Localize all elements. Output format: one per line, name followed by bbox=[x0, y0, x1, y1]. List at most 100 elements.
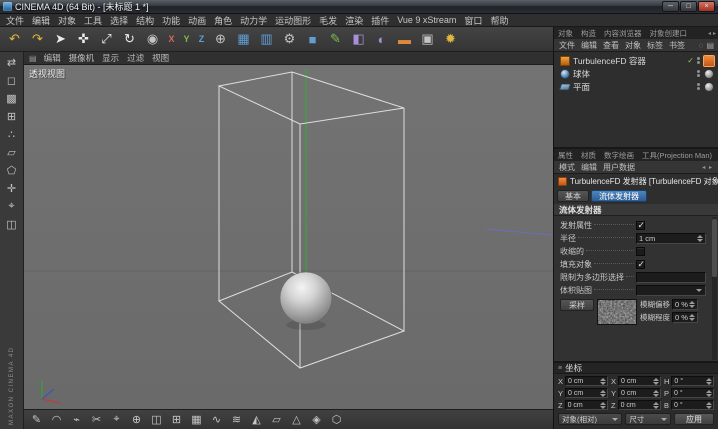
coordinates-menu-icon[interactable]: ≡ bbox=[558, 365, 562, 372]
om-menu-item[interactable]: 查看 bbox=[600, 40, 622, 51]
knife-tool-icon[interactable]: ✂ bbox=[87, 411, 106, 428]
rotation-p-field[interactable]: 0 ° bbox=[671, 388, 714, 398]
menubar-item[interactable]: 毛发 bbox=[315, 14, 341, 26]
menubar-item[interactable]: 对象 bbox=[54, 14, 80, 26]
sample-button[interactable]: 采样 bbox=[560, 299, 594, 311]
shear-tool-icon[interactable]: ▱ bbox=[267, 411, 286, 428]
lock-x-axis-icon[interactable]: X bbox=[164, 28, 179, 51]
viewport-menu-item[interactable]: 摄像机 bbox=[65, 52, 99, 64]
redo-icon[interactable]: ↷ bbox=[26, 28, 49, 51]
maximize-button[interactable]: □ bbox=[680, 1, 697, 12]
menubar-item[interactable]: 动力学 bbox=[236, 14, 271, 26]
floor-icon[interactable]: ▬ bbox=[393, 28, 416, 51]
radius-stepper[interactable] bbox=[697, 235, 703, 242]
tab-scroll-right-icon[interactable]: ▸ bbox=[713, 30, 716, 37]
wrap-tool-icon[interactable]: ⬡ bbox=[327, 411, 346, 428]
menubar-item[interactable]: 角色 bbox=[210, 14, 236, 26]
texture-mode-icon[interactable]: ▩ bbox=[3, 91, 21, 106]
twist-tool-icon[interactable]: ≋ bbox=[227, 411, 246, 428]
section-tab-button[interactable]: 基本 bbox=[557, 190, 589, 202]
phong-tag-icon[interactable] bbox=[704, 81, 714, 92]
rotation-b-field[interactable]: 0 ° bbox=[671, 400, 714, 410]
size-y-field[interactable]: 0 cm bbox=[618, 388, 661, 398]
ffd-tool-icon[interactable]: ◈ bbox=[307, 411, 326, 428]
menubar-item[interactable]: 功能 bbox=[158, 14, 184, 26]
coordinate-mode-dropdown[interactable]: 对象(相对) bbox=[558, 413, 623, 425]
viewport-menu-item[interactable]: 显示 bbox=[98, 52, 123, 64]
am-tab[interactable]: 工具(Projection Man) bbox=[638, 149, 716, 161]
visibility-dots[interactable] bbox=[697, 57, 700, 64]
history-back-icon[interactable]: ◂ bbox=[702, 165, 706, 171]
om-menu-item[interactable]: 编辑 bbox=[578, 40, 600, 51]
lock-z-axis-icon[interactable]: Z bbox=[194, 28, 209, 51]
measure-tool-icon[interactable]: ⌖ bbox=[107, 411, 126, 428]
om-tab[interactable]: 构造 bbox=[577, 27, 600, 39]
last-tool-icon[interactable]: ◉ bbox=[141, 28, 164, 51]
menubar-item[interactable]: 文件 bbox=[2, 14, 28, 26]
visibility-dots[interactable] bbox=[697, 70, 700, 77]
tree-row-plane[interactable]: 平面 bbox=[554, 80, 718, 93]
tree-row-sphere[interactable]: 球体 bbox=[554, 67, 718, 80]
am-tab[interactable]: 属性 bbox=[554, 149, 577, 161]
am-tab[interactable]: 材质 bbox=[577, 149, 600, 161]
menubar-item[interactable]: 结构 bbox=[132, 14, 158, 26]
section-tab-button[interactable]: 流体发射器 bbox=[591, 190, 647, 202]
om-tab[interactable]: 对象创建口 bbox=[646, 27, 692, 39]
taper-tool-icon[interactable]: △ bbox=[287, 411, 306, 428]
emitter-sphere[interactable] bbox=[279, 271, 333, 325]
render-view-icon[interactable]: ▦ bbox=[232, 28, 255, 51]
volume-map-field[interactable] bbox=[636, 285, 706, 296]
menubar-item[interactable]: 编辑 bbox=[28, 14, 54, 26]
radius-field[interactable]: 1 cm bbox=[636, 233, 706, 244]
perspective-viewport[interactable]: 透视视图 bbox=[24, 65, 553, 409]
apply-button[interactable]: 应用 bbox=[674, 413, 714, 425]
polygons-mode-icon[interactable]: ⬠ bbox=[3, 163, 21, 178]
viewport-menu-icon[interactable]: ▤ bbox=[29, 54, 37, 63]
live-selection-icon[interactable]: ➤ bbox=[49, 28, 72, 51]
coordinate-system-icon[interactable]: ⊕ bbox=[209, 28, 232, 51]
attribute-scrollbar[interactable] bbox=[712, 217, 717, 360]
turbulencefd-tag-icon[interactable] bbox=[704, 55, 714, 66]
tree-row-turbulencefd-container[interactable]: TurbulenceFD 容器 ✓ bbox=[554, 54, 718, 67]
position-z-field[interactable]: 0 cm bbox=[564, 400, 608, 410]
lock-y-axis-icon[interactable]: Y bbox=[179, 28, 194, 51]
search-icon[interactable]: ◌ bbox=[699, 41, 704, 50]
panel-menu-icon[interactable]: ▤ bbox=[706, 41, 714, 50]
emission-checkbox[interactable] bbox=[636, 220, 645, 231]
magnet-tool-icon[interactable]: ⌁ bbox=[67, 411, 86, 428]
viewport-menu-item[interactable]: 过滤 bbox=[123, 52, 148, 64]
scale-icon[interactable]: ⤢ bbox=[95, 28, 118, 51]
menubar-item[interactable]: 帮助 bbox=[486, 14, 512, 26]
size-z-field[interactable]: 0 cm bbox=[617, 400, 661, 410]
camera-icon[interactable]: ▣ bbox=[416, 28, 439, 51]
size-mode-dropdown[interactable]: 尺寸 bbox=[625, 413, 671, 425]
lattice-tool-icon[interactable]: ▦ bbox=[187, 411, 206, 428]
menubar-item[interactable]: 动画 bbox=[184, 14, 210, 26]
arc-tool-icon[interactable]: ◠ bbox=[47, 411, 66, 428]
om-menu-item[interactable]: 文件 bbox=[556, 40, 578, 51]
menubar-item[interactable]: Vue 9 xStream bbox=[393, 15, 460, 25]
pen-tool-icon[interactable]: ✎ bbox=[27, 411, 46, 428]
spline-pen-icon[interactable]: ✎ bbox=[324, 28, 347, 51]
viewport-menu-item[interactable]: 视图 bbox=[148, 52, 173, 64]
model-mode-icon[interactable]: ◻ bbox=[3, 73, 21, 88]
edges-mode-icon[interactable]: ▱ bbox=[3, 145, 21, 160]
snap-icon[interactable]: ⌖ bbox=[3, 199, 21, 214]
fill-object-checkbox[interactable] bbox=[636, 259, 645, 270]
viewport-solo-icon[interactable]: ◫ bbox=[3, 217, 21, 232]
menubar-item[interactable]: 工具 bbox=[80, 14, 106, 26]
om-tab[interactable]: 内容浏览器 bbox=[600, 27, 646, 39]
deformers-icon[interactable]: ◐ bbox=[370, 28, 393, 51]
make-editable-icon[interactable]: ⇄ bbox=[3, 55, 21, 70]
move-icon[interactable]: ✜ bbox=[72, 28, 95, 51]
viewport-label[interactable]: 透视视图 bbox=[29, 67, 65, 80]
am-tab[interactable]: 数字绘画 bbox=[600, 149, 638, 161]
menubar-item[interactable]: 插件 bbox=[367, 14, 393, 26]
menubar-item[interactable]: 选择 bbox=[106, 14, 132, 26]
phong-tag-icon[interactable] bbox=[704, 68, 714, 79]
scrollbar-thumb[interactable] bbox=[712, 219, 717, 277]
rotation-h-field[interactable]: 0 ° bbox=[671, 376, 714, 386]
history-forward-icon[interactable]: ▸ bbox=[709, 165, 713, 171]
enabled-check-icon[interactable]: ✓ bbox=[687, 56, 694, 65]
array-tool-icon[interactable]: ⊞ bbox=[167, 411, 186, 428]
